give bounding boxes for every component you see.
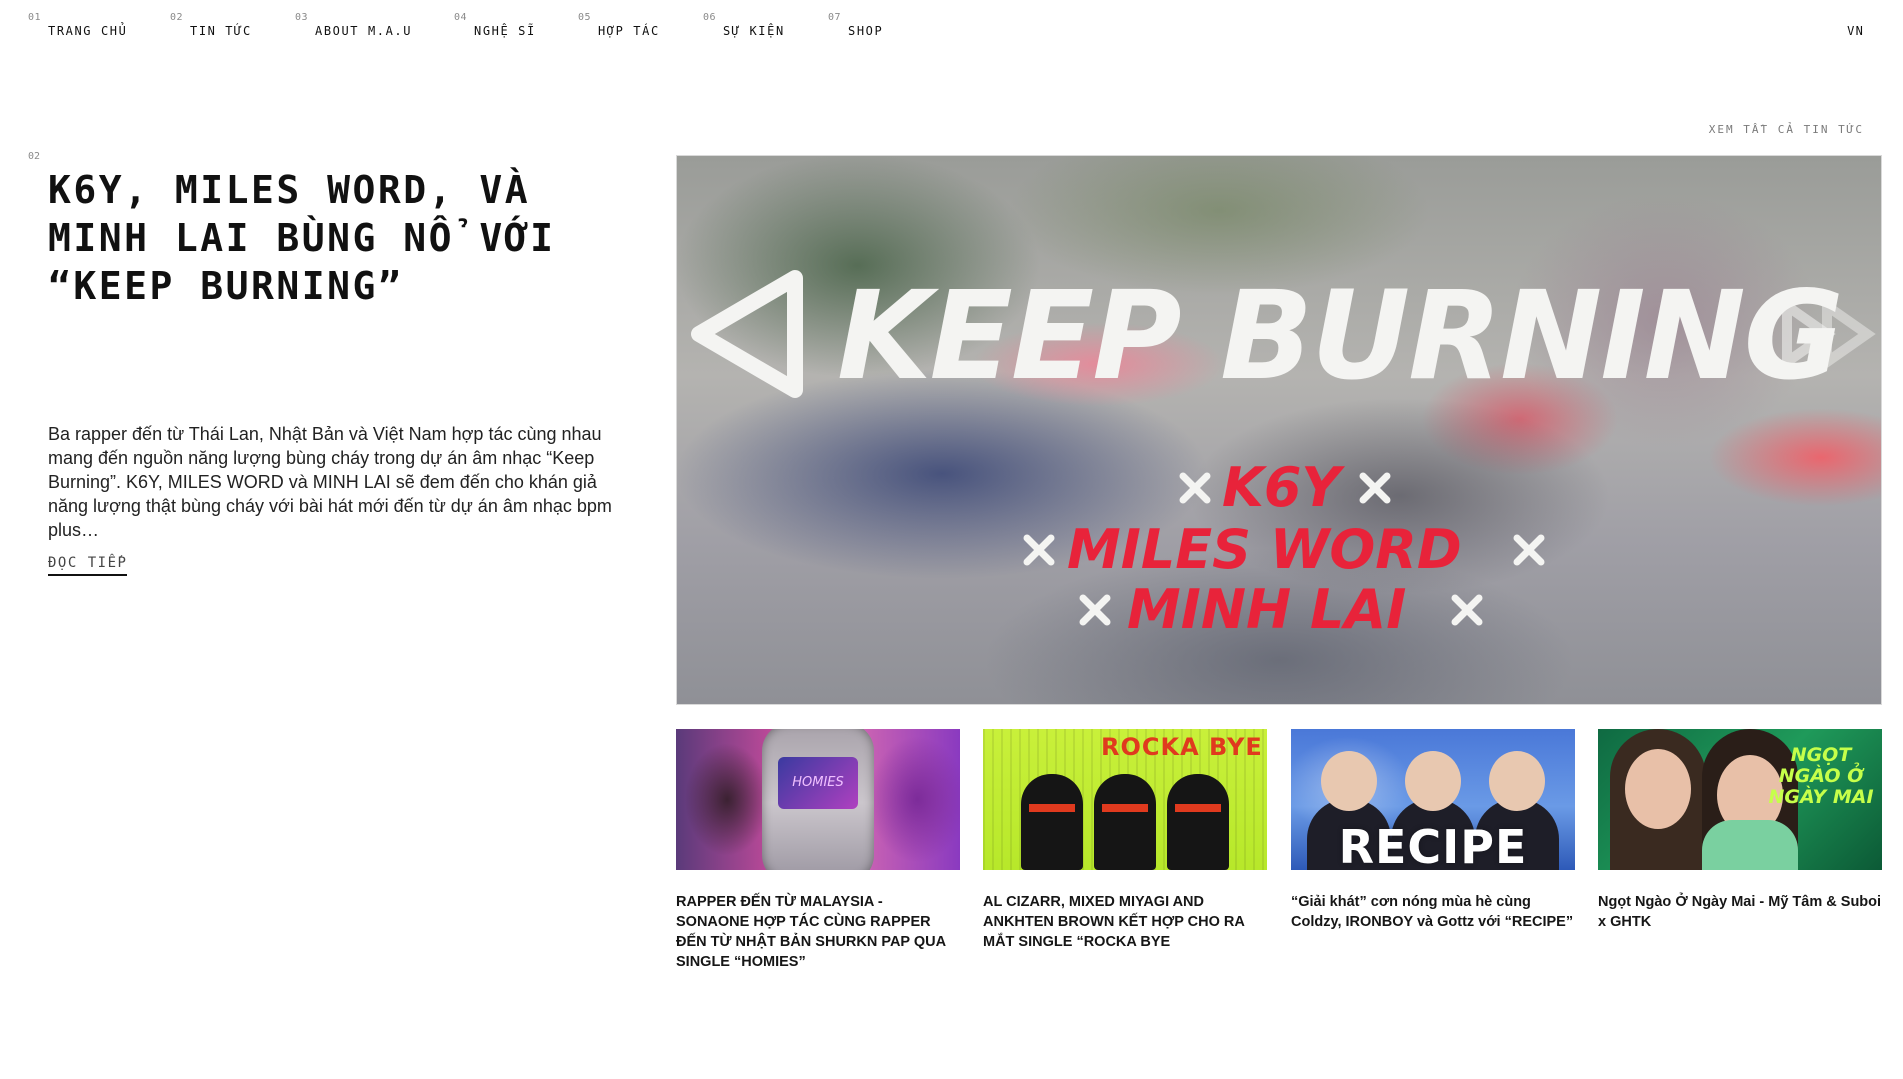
artist-figure [1167, 774, 1229, 870]
phone-screen: HOMIES [778, 757, 858, 809]
top-nav: 01 TRANG CHỦ 02 TIN TỨC 03 ABOUT M.A.U 0… [0, 0, 1903, 60]
see-all-news-link[interactable]: XEM TẤT CẢ TIN TỨC [1709, 123, 1864, 136]
featured-image-artist: K6Y [1222, 456, 1345, 519]
news-card-thumbnail[interactable]: RECIPE [1291, 729, 1575, 870]
artist-figure [1702, 820, 1798, 870]
featured-image-title: KEEP BURNING [837, 265, 1842, 407]
nav-item-label: SỰ KIỆN [723, 24, 785, 38]
nav-item-number: 02 [170, 12, 184, 23]
artist-figure [1321, 751, 1377, 811]
artist-figure [1094, 774, 1156, 870]
phone-graphic: HOMIES [762, 729, 874, 870]
news-card[interactable]: NGỌT NGÀO Ở NGÀY MAI Ngọt Ngào Ở Ngày Ma… [1598, 729, 1882, 932]
news-card[interactable]: ROCKA BYE AL CIZARR, MIXED MIYAGI AND AN… [983, 729, 1267, 952]
nav-item-events[interactable]: 06 SỰ KIỆN [703, 12, 785, 38]
featured-image-artist: MILES WORD [1067, 518, 1462, 581]
nav-item-label: ABOUT M.A.U [315, 24, 413, 38]
featured-title[interactable]: K6Y, MILES WORD, VÀ MINH LAI BÙNG NỔ VỚI… [48, 166, 608, 310]
featured-image-artwork: KEEP BURNING K6Y MILES WORD MINH LAI [691, 265, 1876, 641]
artist-figure [1625, 749, 1691, 829]
nav-item-collaboration[interactable]: 05 HỢP TÁC [578, 12, 660, 38]
play-icon [691, 270, 803, 398]
nav-item-number: 03 [295, 12, 309, 23]
nav-item-home[interactable]: 01 TRANG CHỦ [28, 12, 128, 38]
news-card[interactable]: HOMIES RAPPER ĐẾN TỪ MALAYSIA - SONAONE … [676, 729, 960, 972]
news-card[interactable]: RECIPE “Giải khát” cơn nóng mùa hè cùng … [1291, 729, 1575, 932]
language-switcher[interactable]: VN [1847, 24, 1864, 38]
nav-item-label: SHOP [848, 24, 884, 38]
nav-item-number: 07 [828, 12, 842, 23]
featured-excerpt: Ba rapper đến từ Thái Lan, Nhật Bản và V… [48, 424, 612, 540]
thumbnail-text: ROCKA BYE [1101, 733, 1263, 761]
news-card-thumbnail[interactable]: ROCKA BYE [983, 729, 1267, 870]
thumbnail-text: HOMIES [792, 775, 844, 790]
nav-item-label: TRANG CHỦ [48, 24, 128, 38]
news-card-thumbnail[interactable]: NGỌT NGÀO Ở NGÀY MAI [1598, 729, 1882, 870]
nav-item-number: 04 [454, 12, 468, 23]
featured-image[interactable]: KEEP BURNING K6Y MILES WORD MINH LAI [676, 155, 1882, 705]
news-card-title[interactable]: AL CIZARR, MIXED MIYAGI AND ANKHTEN BROW… [983, 870, 1267, 952]
nav-item-artists[interactable]: 04 NGHỆ SĨ [454, 12, 536, 38]
nav-item-about[interactable]: 03 ABOUT M.A.U [295, 12, 413, 38]
section-number: 02 [28, 151, 41, 162]
artist-figure [1405, 751, 1461, 811]
news-card-title[interactable]: Ngọt Ngào Ở Ngày Mai - Mỹ Tâm & Suboi x … [1598, 870, 1882, 932]
featured-image-artist: MINH LAI [1127, 578, 1406, 641]
nav-item-number: 06 [703, 12, 717, 23]
nav-item-number: 05 [578, 12, 592, 23]
news-card-title[interactable]: “Giải khát” cơn nóng mùa hè cùng Coldzy,… [1291, 870, 1575, 932]
nav-item-label: TIN TỨC [190, 24, 252, 38]
artist-figure [1489, 751, 1545, 811]
nav-item-shop[interactable]: 07 SHOP [828, 12, 884, 38]
nav-item-label: NGHỆ SĨ [474, 24, 536, 38]
news-card-list: HOMIES RAPPER ĐẾN TỪ MALAYSIA - SONAONE … [676, 729, 1882, 972]
read-more-link[interactable]: ĐỌC TIẾP [48, 555, 128, 576]
thumbnail-text: NGỌT NGÀO Ở NGÀY MAI [1768, 744, 1874, 808]
news-card-title[interactable]: RAPPER ĐẾN TỪ MALAYSIA - SONAONE HỢP TÁC… [676, 870, 960, 972]
artist-figure [1021, 774, 1083, 870]
news-card-thumbnail[interactable]: HOMIES [676, 729, 960, 870]
nav-item-label: HỢP TÁC [598, 24, 660, 38]
nav-item-number: 01 [28, 12, 42, 23]
thumbnail-text: RECIPE [1338, 820, 1528, 870]
nav-item-news[interactable]: 02 TIN TỨC [170, 12, 252, 38]
